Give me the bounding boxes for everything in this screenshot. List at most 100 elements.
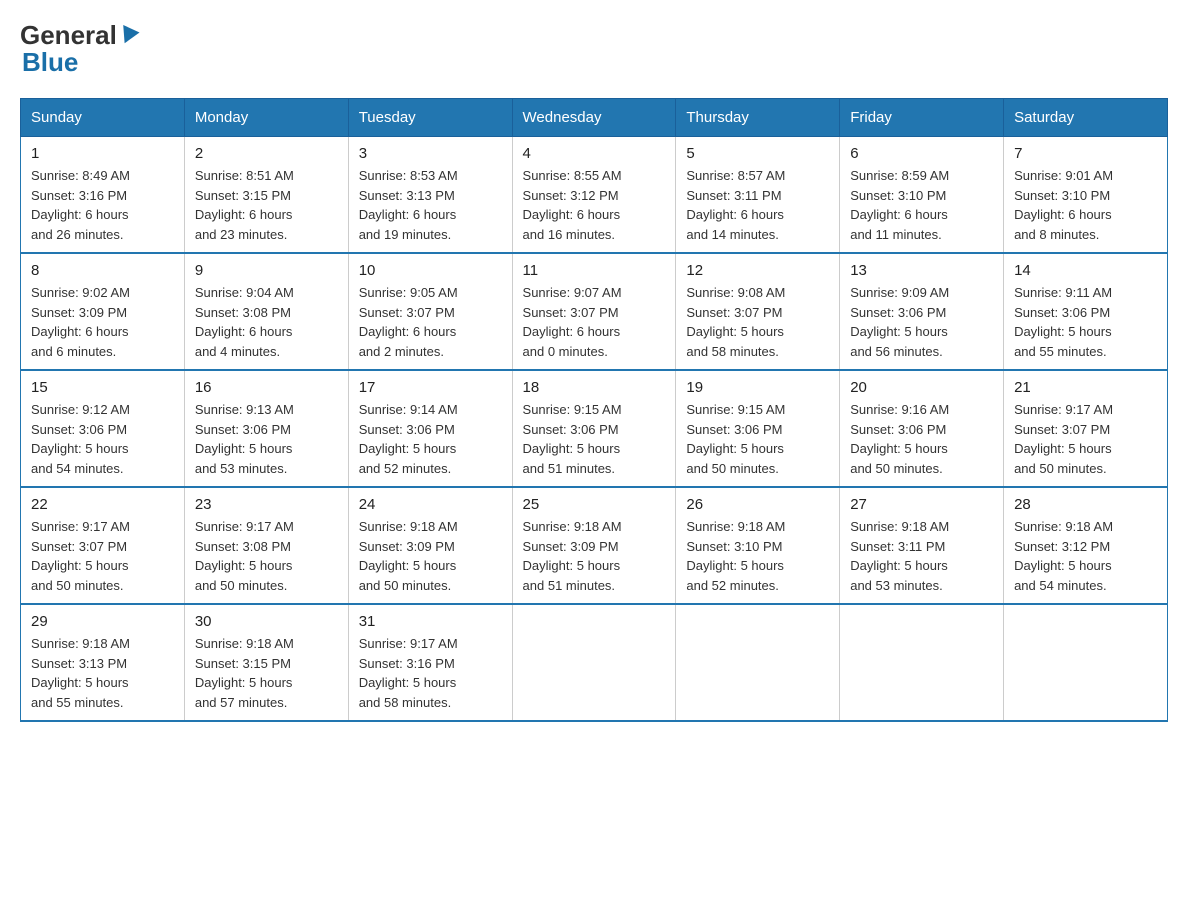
day-number: 4 xyxy=(523,145,666,162)
calendar-cell: 1Sunrise: 8:49 AM Sunset: 3:16 PM Daylig… xyxy=(21,137,185,254)
calendar-cell: 24 Sunrise: 9:18 AM Sunset: 3:09 PM Dayli… xyxy=(348,487,512,604)
day-number: 12 xyxy=(686,262,829,279)
day-info: Sunrise: 8:57 AM Sunset: 3:11 PM Dayligh… xyxy=(686,166,829,244)
day-info: Sunrise: 9:18 AM Sunset: 3:09 PM Dayligh… xyxy=(359,517,502,595)
logo: General Blue xyxy=(20,20,139,78)
calendar-header-row: SundayMondayTuesdayWednesdayThursdayFrid… xyxy=(21,99,1168,137)
calendar-cell: 10 Sunrise: 9:05 AM Sunset: 3:07 PM Dayli… xyxy=(348,253,512,370)
day-info: Sunrise: 9:17 AM Sunset: 3:08 PM Dayligh… xyxy=(195,517,338,595)
calendar-cell: 6Sunrise: 8:59 AM Sunset: 3:10 PM Daylig… xyxy=(840,137,1004,254)
day-info: Sunrise: 9:18 AM Sunset: 3:09 PM Dayligh… xyxy=(523,517,666,595)
day-number: 17 xyxy=(359,379,502,396)
day-info: Sunrise: 9:11 AM Sunset: 3:06 PM Dayligh… xyxy=(1014,283,1157,361)
calendar-cell: 9 Sunrise: 9:04 AM Sunset: 3:08 PM Daylig… xyxy=(184,253,348,370)
calendar-cell: 12 Sunrise: 9:08 AM Sunset: 3:07 PM Dayli… xyxy=(676,253,840,370)
calendar-cell: 29 Sunrise: 9:18 AM Sunset: 3:13 PM Dayli… xyxy=(21,604,185,721)
calendar-cell: 7Sunrise: 9:01 AM Sunset: 3:10 PM Daylig… xyxy=(1004,137,1168,254)
day-number: 20 xyxy=(850,379,993,396)
column-header-wednesday: Wednesday xyxy=(512,99,676,137)
calendar-week-row: 15 Sunrise: 9:12 AM Sunset: 3:06 PM Dayli… xyxy=(21,370,1168,487)
calendar-cell: 17Sunrise: 9:14 AM Sunset: 3:06 PM Dayli… xyxy=(348,370,512,487)
day-number: 11 xyxy=(523,262,666,279)
calendar-cell: 30 Sunrise: 9:18 AM Sunset: 3:15 PM Dayli… xyxy=(184,604,348,721)
logo-blue-text: Blue xyxy=(22,47,78,77)
calendar-cell: 15 Sunrise: 9:12 AM Sunset: 3:06 PM Dayli… xyxy=(21,370,185,487)
day-info: Sunrise: 9:18 AM Sunset: 3:13 PM Dayligh… xyxy=(31,634,174,712)
calendar-cell xyxy=(1004,604,1168,721)
calendar-cell: 8 Sunrise: 9:02 AM Sunset: 3:09 PM Daylig… xyxy=(21,253,185,370)
day-number: 16 xyxy=(195,379,338,396)
day-info: Sunrise: 9:09 AM Sunset: 3:06 PM Dayligh… xyxy=(850,283,993,361)
calendar-cell: 20 Sunrise: 9:16 AM Sunset: 3:06 PM Dayli… xyxy=(840,370,1004,487)
calendar-cell: 18 Sunrise: 9:15 AM Sunset: 3:06 PM Dayli… xyxy=(512,370,676,487)
logo-triangle-icon xyxy=(116,24,139,46)
day-info: Sunrise: 9:04 AM Sunset: 3:08 PM Dayligh… xyxy=(195,283,338,361)
day-info: Sunrise: 9:15 AM Sunset: 3:06 PM Dayligh… xyxy=(686,400,829,478)
day-number: 8 xyxy=(31,262,174,279)
calendar-week-row: 1Sunrise: 8:49 AM Sunset: 3:16 PM Daylig… xyxy=(21,137,1168,254)
day-info: Sunrise: 9:18 AM Sunset: 3:15 PM Dayligh… xyxy=(195,634,338,712)
calendar-cell: 27 Sunrise: 9:18 AM Sunset: 3:11 PM Dayli… xyxy=(840,487,1004,604)
calendar-cell: 31 Sunrise: 9:17 AM Sunset: 3:16 PM Dayli… xyxy=(348,604,512,721)
calendar-cell: 16 Sunrise: 9:13 AM Sunset: 3:06 PM Dayli… xyxy=(184,370,348,487)
day-info: Sunrise: 9:17 AM Sunset: 3:07 PM Dayligh… xyxy=(31,517,174,595)
day-number: 24 xyxy=(359,496,502,513)
calendar-cell xyxy=(676,604,840,721)
day-info: Sunrise: 8:51 AM Sunset: 3:15 PM Dayligh… xyxy=(195,166,338,244)
calendar-cell: 5 Sunrise: 8:57 AM Sunset: 3:11 PM Daylig… xyxy=(676,137,840,254)
day-info: Sunrise: 9:01 AM Sunset: 3:10 PM Dayligh… xyxy=(1014,166,1157,244)
day-number: 25 xyxy=(523,496,666,513)
day-info: Sunrise: 9:18 AM Sunset: 3:12 PM Dayligh… xyxy=(1014,517,1157,595)
day-number: 31 xyxy=(359,613,502,630)
day-number: 15 xyxy=(31,379,174,396)
day-info: Sunrise: 9:05 AM Sunset: 3:07 PM Dayligh… xyxy=(359,283,502,361)
day-info: Sunrise: 9:18 AM Sunset: 3:11 PM Dayligh… xyxy=(850,517,993,595)
calendar-cell: 3 Sunrise: 8:53 AM Sunset: 3:13 PM Daylig… xyxy=(348,137,512,254)
calendar-table: SundayMondayTuesdayWednesdayThursdayFrid… xyxy=(20,98,1168,722)
day-number: 3 xyxy=(359,145,502,162)
day-info: Sunrise: 9:12 AM Sunset: 3:06 PM Dayligh… xyxy=(31,400,174,478)
calendar-cell: 14 Sunrise: 9:11 AM Sunset: 3:06 PM Dayli… xyxy=(1004,253,1168,370)
day-number: 23 xyxy=(195,496,338,513)
day-number: 18 xyxy=(523,379,666,396)
column-header-thursday: Thursday xyxy=(676,99,840,137)
calendar-cell: 2 Sunrise: 8:51 AM Sunset: 3:15 PM Daylig… xyxy=(184,137,348,254)
day-number: 5 xyxy=(686,145,829,162)
calendar-cell xyxy=(840,604,1004,721)
day-number: 29 xyxy=(31,613,174,630)
day-info: Sunrise: 8:59 AM Sunset: 3:10 PM Dayligh… xyxy=(850,166,993,244)
calendar-cell: 23 Sunrise: 9:17 AM Sunset: 3:08 PM Dayli… xyxy=(184,487,348,604)
day-info: Sunrise: 8:53 AM Sunset: 3:13 PM Dayligh… xyxy=(359,166,502,244)
calendar-cell xyxy=(512,604,676,721)
day-number: 1 xyxy=(31,145,174,162)
page-header: General Blue xyxy=(20,20,1168,78)
day-info: Sunrise: 9:08 AM Sunset: 3:07 PM Dayligh… xyxy=(686,283,829,361)
calendar-cell: 25 Sunrise: 9:18 AM Sunset: 3:09 PM Dayli… xyxy=(512,487,676,604)
calendar-cell: 28 Sunrise: 9:18 AM Sunset: 3:12 PM Dayli… xyxy=(1004,487,1168,604)
day-number: 10 xyxy=(359,262,502,279)
day-number: 26 xyxy=(686,496,829,513)
calendar-cell: 21Sunrise: 9:17 AM Sunset: 3:07 PM Dayli… xyxy=(1004,370,1168,487)
day-number: 30 xyxy=(195,613,338,630)
calendar-cell: 22 Sunrise: 9:17 AM Sunset: 3:07 PM Dayli… xyxy=(21,487,185,604)
day-number: 19 xyxy=(686,379,829,396)
day-info: Sunrise: 9:15 AM Sunset: 3:06 PM Dayligh… xyxy=(523,400,666,478)
day-number: 22 xyxy=(31,496,174,513)
day-info: Sunrise: 9:17 AM Sunset: 3:16 PM Dayligh… xyxy=(359,634,502,712)
day-number: 27 xyxy=(850,496,993,513)
calendar-cell: 13 Sunrise: 9:09 AM Sunset: 3:06 PM Dayli… xyxy=(840,253,1004,370)
day-info: Sunrise: 9:13 AM Sunset: 3:06 PM Dayligh… xyxy=(195,400,338,478)
day-number: 28 xyxy=(1014,496,1157,513)
day-number: 13 xyxy=(850,262,993,279)
column-header-sunday: Sunday xyxy=(21,99,185,137)
day-info: Sunrise: 8:55 AM Sunset: 3:12 PM Dayligh… xyxy=(523,166,666,244)
day-info: Sunrise: 9:16 AM Sunset: 3:06 PM Dayligh… xyxy=(850,400,993,478)
calendar-week-row: 29 Sunrise: 9:18 AM Sunset: 3:13 PM Dayli… xyxy=(21,604,1168,721)
column-header-monday: Monday xyxy=(184,99,348,137)
day-number: 14 xyxy=(1014,262,1157,279)
day-number: 9 xyxy=(195,262,338,279)
day-info: Sunrise: 9:02 AM Sunset: 3:09 PM Dayligh… xyxy=(31,283,174,361)
calendar-cell: 4 Sunrise: 8:55 AM Sunset: 3:12 PM Daylig… xyxy=(512,137,676,254)
day-number: 2 xyxy=(195,145,338,162)
day-info: Sunrise: 9:17 AM Sunset: 3:07 PM Dayligh… xyxy=(1014,400,1157,478)
